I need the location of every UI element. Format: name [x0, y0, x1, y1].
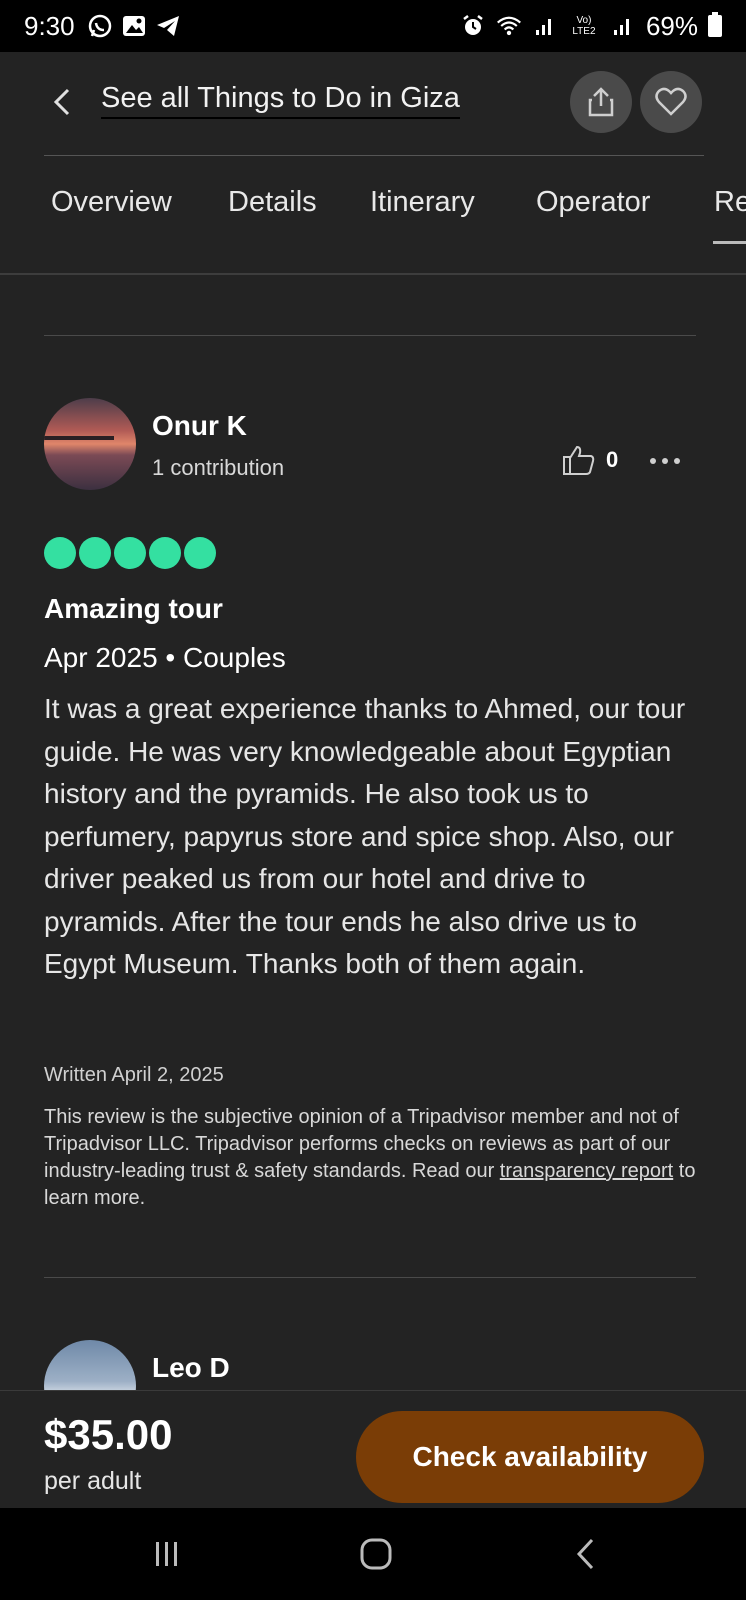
share-icon [588, 87, 614, 117]
recents-icon [156, 1542, 177, 1566]
tab-overview[interactable]: Overview [51, 186, 172, 219]
wifi-icon [496, 13, 522, 39]
divider [44, 1277, 696, 1278]
save-button[interactable] [640, 71, 702, 133]
booking-bar: $35.00 per adult Check availability [0, 1390, 746, 1508]
review-title: Amazing tour [44, 593, 223, 624]
bubble-rating [44, 537, 216, 569]
tab-bar-border [0, 273, 746, 275]
reviewer-name[interactable]: Leo D [152, 1352, 230, 1384]
divider [44, 335, 696, 336]
divider [44, 155, 704, 156]
status-time: 9:30 [24, 10, 75, 41]
recents-button[interactable] [137, 1530, 197, 1578]
price-unit: per adult [44, 1467, 142, 1495]
review-meta: Apr 2025 • Couples [44, 642, 286, 673]
back-icon [576, 1538, 594, 1570]
tab-reviews[interactable]: Re [714, 186, 746, 219]
system-indicators: Vo) LTE2 69% [460, 11, 722, 42]
avatar-image [44, 436, 114, 440]
tab-operator[interactable]: Operator [536, 186, 650, 219]
back-link[interactable]: See all Things to Do in Giza [101, 82, 460, 119]
home-button[interactable] [346, 1530, 406, 1578]
whatsapp-icon [87, 13, 113, 39]
home-icon [360, 1538, 392, 1570]
notification-icons [87, 13, 181, 39]
nav-back-button[interactable] [556, 1530, 616, 1578]
rating-bubble [79, 537, 111, 569]
share-button[interactable] [570, 71, 632, 133]
battery-percent: 69% [645, 10, 698, 41]
telegram-icon [155, 13, 181, 39]
tab-bar: Overview Details Itinerary Operator Re [0, 176, 746, 272]
alarm-icon [460, 13, 486, 39]
status-bar: 9:30 Vo) LTE2 69% [0, 0, 746, 52]
check-availability-button[interactable]: Check availability [356, 1411, 704, 1503]
rating-bubble [44, 537, 76, 569]
tab-itinerary[interactable]: Itinerary [370, 186, 475, 219]
review-written-date: Written April 2, 2025 [44, 1064, 224, 1086]
rating-bubble [114, 537, 146, 569]
reviewer-name[interactable]: Onur K [152, 410, 247, 442]
active-tab-indicator [713, 241, 746, 244]
review-disclaimer: This review is the subjective opinion of… [44, 1104, 704, 1212]
price: $35.00 [44, 1411, 173, 1458]
helpful-count: 0 [606, 447, 619, 472]
helpful-vote-button[interactable]: 0 [562, 444, 618, 476]
transparency-report-link[interactable]: transparency report [500, 1160, 673, 1182]
app-screen: See all Things to Do in Giza Overview De… [0, 52, 746, 1508]
heart-icon [655, 87, 687, 116]
more-icon [650, 458, 680, 464]
more-options-button[interactable] [648, 444, 682, 478]
back-button[interactable] [50, 80, 80, 124]
signal-icon [610, 13, 636, 39]
back-chevron-icon [53, 88, 70, 116]
review-body: It was a great experience thanks to Ahme… [44, 693, 686, 979]
battery-icon [708, 12, 722, 37]
signal-icon [532, 13, 558, 39]
avatar[interactable] [44, 398, 136, 490]
thumbs-up-icon [563, 445, 595, 475]
header: See all Things to Do in Giza [0, 52, 746, 156]
rating-bubble [149, 537, 181, 569]
reviewer-contributions: 1 contribution [152, 455, 285, 480]
system-nav-bar [0, 1508, 746, 1600]
volte-icon: Vo) LTE2 [572, 15, 596, 37]
tab-details[interactable]: Details [228, 186, 317, 219]
gallery-icon [121, 13, 147, 39]
rating-bubble [184, 537, 216, 569]
